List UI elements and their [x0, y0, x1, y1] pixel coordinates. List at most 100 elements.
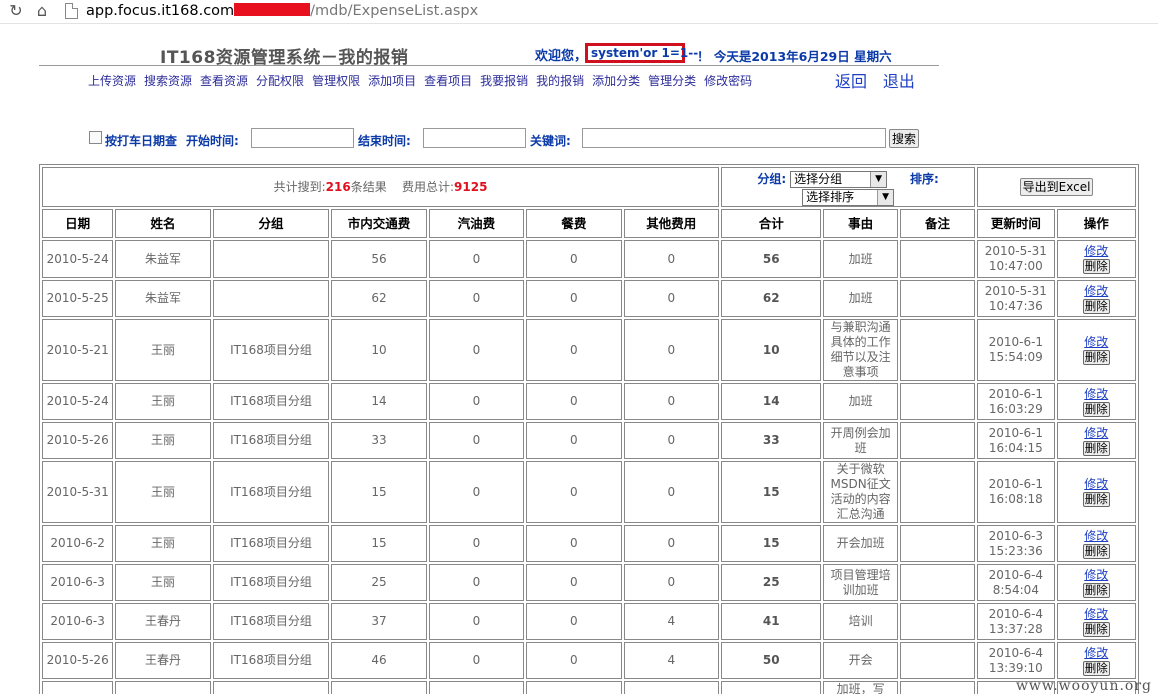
cell-date [42, 681, 114, 694]
cost-total: 9125 [454, 179, 488, 194]
edit-link[interactable]: 修改 [1058, 646, 1136, 661]
edit-link[interactable]: 修改 [1058, 477, 1136, 492]
cell-transport: 56 [331, 240, 427, 278]
cell-fuel: 0 [428, 642, 525, 679]
nav-link[interactable]: 查看项目 [424, 74, 472, 88]
delete-button[interactable]: 删除 [1082, 298, 1110, 314]
nav-link[interactable]: 管理分类 [648, 74, 696, 88]
cell-total: 15 [721, 525, 822, 562]
cell-fuel: 0 [428, 383, 525, 420]
delete-button[interactable]: 删除 [1082, 259, 1110, 274]
cell-other: 0 [623, 422, 720, 459]
cell-date: 2010-5-26 [42, 422, 114, 459]
cell-date: 2010-5-21 [42, 319, 114, 381]
username-highlight: system'or 1=1-- [585, 43, 698, 63]
cell-updated: 2010-6-4 8:54:04 [977, 564, 1055, 601]
cell-transport: 33 [331, 422, 427, 459]
delete-button[interactable]: 删除 [1082, 660, 1110, 676]
edit-link[interactable]: 修改 [1058, 284, 1136, 299]
delete-button[interactable]: 删除 [1082, 401, 1110, 417]
end-time-input[interactable] [423, 128, 526, 148]
cell-other: 0 [623, 240, 720, 278]
keyword-input[interactable] [582, 128, 886, 148]
cell-date: 2010-6-2 [42, 525, 114, 562]
delete-button[interactable]: 删除 [1082, 440, 1110, 456]
nav-link[interactable]: 修改密码 [704, 74, 752, 88]
cell-fuel: 0 [428, 422, 525, 459]
edit-link[interactable]: 修改 [1058, 426, 1136, 441]
nav-link[interactable]: 上传资源 [88, 74, 136, 88]
table-row: 2010-6-3 王丽 IT168项目分组 25 0 0 0 25 项目管理培训加班 2010-6… [42, 564, 1136, 601]
table-header: 日期 姓名 分组 市内交通费 汽油费 餐费 其他费用 合计 事由 备注 更新时间 操作 [42, 209, 1136, 238]
cell-fuel: 0 [428, 525, 525, 562]
nav-link[interactable]: 添加分类 [592, 74, 640, 88]
table-row: 2010-5-31 王丽 IT168项目分组 15 0 0 0 15 关于微软MSDN征文活动的… [42, 461, 1136, 523]
cell-note [899, 681, 976, 694]
nav-link[interactable]: 添加项目 [368, 74, 416, 88]
group-sort-cell: 分组: 选择分组 ▼ 排序: 选择排序 ▼ [721, 167, 976, 207]
nav-link[interactable]: 查看资源 [200, 74, 248, 88]
cell-note [899, 642, 976, 679]
cell-meal: 0 [526, 603, 622, 640]
cell-total: 33 [721, 422, 822, 459]
date-filter-checkbox[interactable] [89, 131, 102, 144]
delete-button[interactable]: 删除 [1082, 543, 1110, 559]
column-header: 合计 [721, 209, 822, 238]
edit-link[interactable]: 修改 [1058, 529, 1136, 544]
nav-link[interactable]: 我要报销 [480, 74, 528, 88]
group-select[interactable]: 选择分组 ▼ [790, 171, 888, 188]
logout-link[interactable]: 退出 [883, 72, 915, 91]
column-header: 其他费用 [623, 209, 720, 238]
summary-cell: 共计搜到:216条结果 费用总计:9125 [42, 167, 720, 207]
table-row: 2010-5-25 朱益军 62 0 0 0 62 加班 2010-5-31 10:47:36 修… [42, 280, 1136, 317]
cell-date: 2010-5-25 [42, 280, 114, 317]
edit-link[interactable]: 修改 [1058, 568, 1136, 583]
cell-group: IT168项目分组 [212, 525, 330, 562]
cell-total: 50 [721, 642, 822, 679]
back-link[interactable]: 返回 [835, 72, 867, 91]
nav-link[interactable]: 管理权限 [312, 74, 360, 88]
table-body: 2010-5-24 朱益军 56 0 0 0 56 加班 2010-5-31 10:47:00 修… [42, 240, 1136, 694]
result-suffix: 条结果 [350, 179, 387, 194]
column-header: 日期 [42, 209, 114, 238]
delete-button[interactable]: 删除 [1082, 621, 1110, 637]
url-field[interactable]: app.focus.it168.com/mdb/ExpenseList.aspx [86, 1, 478, 21]
result-count: 216 [325, 179, 351, 194]
table-row: 2010-5-26 王春丹 IT168项目分组 46 0 0 4 50 开会 2010-6-4 1… [42, 642, 1136, 679]
cell-meal: 0 [526, 642, 622, 679]
delete-button[interactable]: 删除 [1082, 350, 1110, 365]
cell-updated: 2010-6-4 13:39:10 [977, 642, 1055, 679]
cell-reason: 开会 [823, 642, 898, 679]
export-excel-button[interactable]: 导出到Excel [1019, 178, 1094, 196]
table-row: 2010-5-24 王丽 IT168项目分组 14 0 0 0 14 加班 2010-6-1 16… [42, 383, 1136, 420]
cell-name: 王丽 [115, 525, 211, 562]
cell-actions: 修改 删除 [1056, 642, 1136, 679]
edit-link[interactable]: 修改 [1058, 607, 1136, 622]
nav-link[interactable]: 分配权限 [256, 74, 304, 88]
start-time-input[interactable] [251, 128, 354, 148]
search-button[interactable]: 搜索 [889, 129, 919, 148]
browser-address-bar: ↻ ⌂ app.focus.it168.com/mdb/ExpenseList.… [0, 0, 1158, 24]
edit-link[interactable]: 修改 [1058, 244, 1136, 259]
cell-name: 王丽 [115, 422, 211, 459]
cell-note [899, 525, 976, 562]
sort-select[interactable]: 选择排序 ▼ [802, 189, 895, 206]
cell-updated: 2010-6-3 15:23:36 [977, 525, 1055, 562]
cell-date: 2010-5-31 [42, 461, 114, 523]
reload-icon[interactable]: ↻ [6, 2, 26, 20]
edit-link[interactable]: 修改 [1058, 387, 1136, 402]
cell-date: 2010-6-3 [42, 603, 114, 640]
home-icon[interactable]: ⌂ [32, 2, 52, 20]
nav-link[interactable]: 我的报销 [536, 74, 584, 88]
chevron-down-icon: ▼ [877, 190, 894, 205]
delete-button[interactable]: 删除 [1082, 582, 1110, 598]
edit-link[interactable]: 修改 [1058, 335, 1136, 350]
cell-name: 朱益军 [115, 240, 211, 278]
delete-button[interactable]: 删除 [1082, 492, 1110, 507]
cell-date: 2010-5-24 [42, 240, 114, 278]
cell-transport: 46 [331, 642, 427, 679]
cell-group: IT168项目分组 [212, 461, 330, 523]
cell-group [212, 681, 330, 694]
nav-link[interactable]: 搜索资源 [144, 74, 192, 88]
cell-group: IT168项目分组 [212, 319, 330, 381]
